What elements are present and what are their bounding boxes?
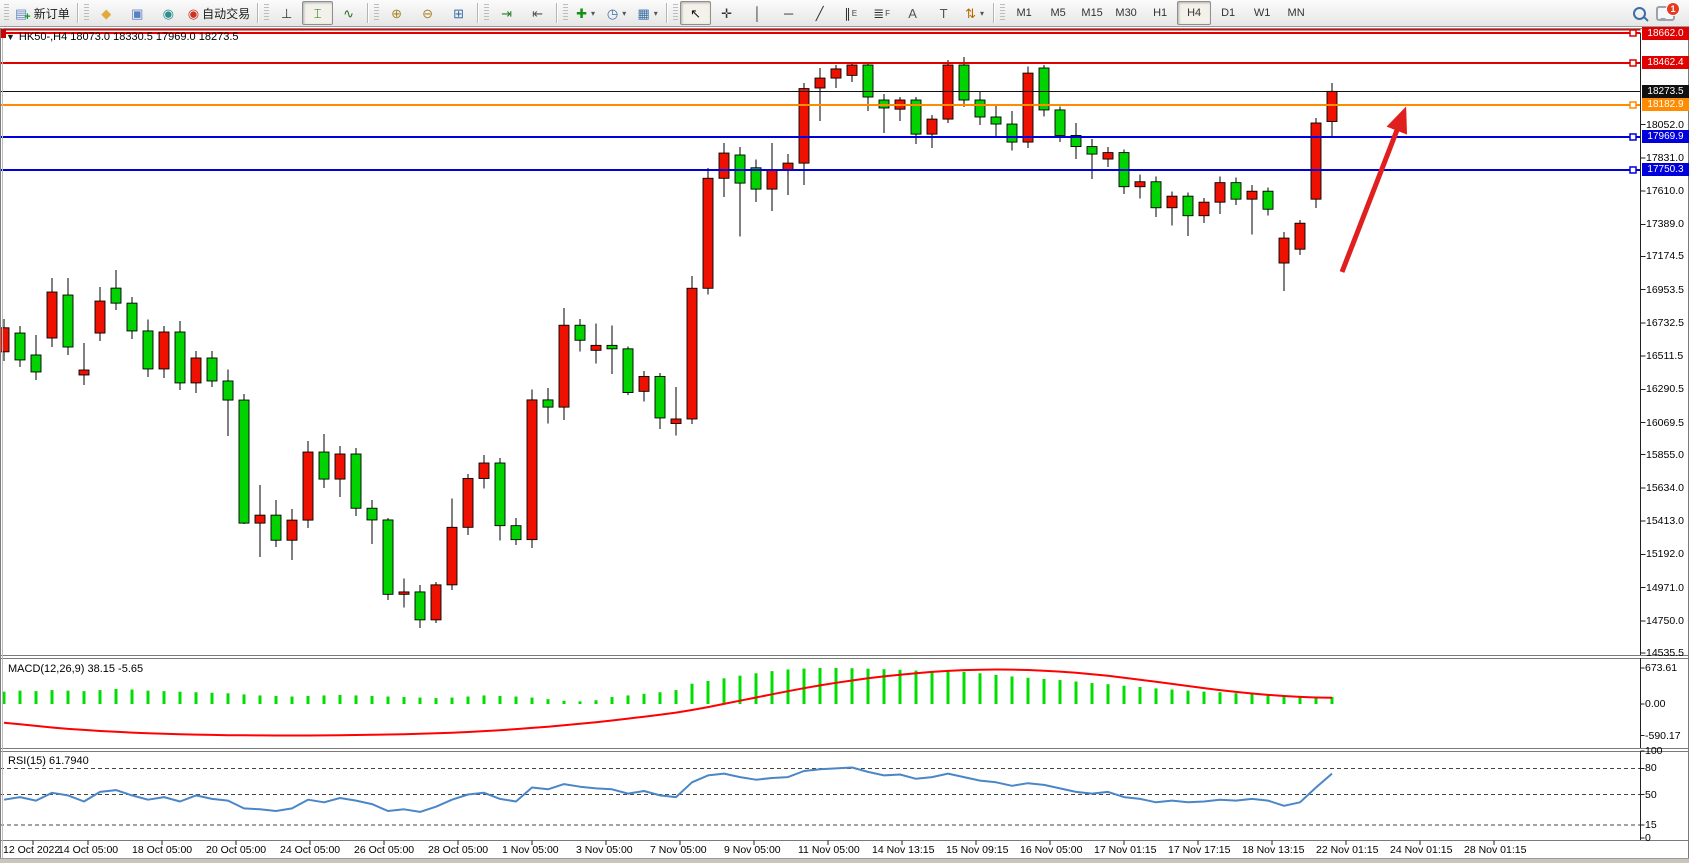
- macd-axis-label: 0.00: [1645, 698, 1665, 710]
- date-axis-label: 28 Oct 05:00: [428, 844, 488, 856]
- rsi-axis-label: 80: [1645, 762, 1657, 774]
- date-axis-label: 7 Nov 05:00: [650, 844, 707, 856]
- date-axis-label: 14 Oct 05:00: [58, 844, 118, 856]
- rsi-axis-label: 15: [1645, 819, 1657, 831]
- date-axis-label: 9 Nov 05:00: [724, 844, 781, 856]
- date-axis-label: 14 Nov 13:15: [872, 844, 934, 856]
- price-tick-label: 16953.5: [1646, 284, 1684, 296]
- rsi-axis-label: 0: [1645, 832, 1651, 844]
- date-axis-label: 17 Nov 01:15: [1094, 844, 1156, 856]
- rsi-axis-label: 100: [1645, 745, 1663, 757]
- symbol-ohlc-text: HK50-,H4 18073.0 18330.5 17969.0 18273.5: [19, 31, 239, 43]
- price-tick-label: 17174.5: [1646, 250, 1684, 262]
- price-tick-label: 15855.0: [1646, 449, 1684, 461]
- price-level-badge[interactable]: 17969.9: [1642, 130, 1689, 143]
- date-axis-label: 16 Nov 05:00: [1020, 844, 1082, 856]
- chart-canvas[interactable]: [0, 0, 1689, 863]
- price-tick-label: 17831.0: [1646, 152, 1684, 164]
- date-axis-label: 20 Oct 05:00: [206, 844, 266, 856]
- price-tick-label: 16290.5: [1646, 383, 1684, 395]
- macd-axis-label: -590.17: [1645, 730, 1681, 742]
- rsi-indicator-label: RSI(15) 61.7940: [8, 755, 89, 767]
- price-tick-label: 15413.0: [1646, 515, 1684, 527]
- price-level-badge[interactable]: 18182.9: [1642, 98, 1689, 111]
- price-tick-label: 14750.0: [1646, 615, 1684, 627]
- price-tick-label: 16511.5: [1646, 350, 1683, 362]
- symbol-ohlc-line: ▼ HK50-,H4 18073.0 18330.5 17969.0 18273…: [6, 31, 239, 43]
- price-level-badge[interactable]: 18273.5: [1642, 85, 1689, 98]
- date-axis-label: 11 Nov 05:00: [798, 844, 860, 856]
- price-tick-label: 16069.5: [1646, 417, 1684, 429]
- price-tick-label: 15634.0: [1646, 482, 1684, 494]
- price-level-badge[interactable]: 18462.4: [1642, 56, 1689, 69]
- horizontal-scrollbar[interactable]: [0, 858, 1689, 863]
- price-tick-label: 14535.5: [1646, 647, 1684, 659]
- date-axis-label: 24 Oct 05:00: [280, 844, 340, 856]
- date-axis-label: 26 Oct 05:00: [354, 844, 414, 856]
- price-level-badge[interactable]: 18662.0: [1642, 27, 1689, 40]
- macd-indicator-label: MACD(12,26,9) 38.15 -5.65: [8, 663, 143, 675]
- price-tick-label: 15192.0: [1646, 548, 1684, 560]
- date-axis-label: 15 Nov 09:15: [946, 844, 1008, 856]
- price-tick-label: 16732.5: [1646, 317, 1684, 329]
- date-axis-label: 18 Nov 13:15: [1242, 844, 1304, 856]
- date-axis-label: 17 Nov 17:15: [1168, 844, 1230, 856]
- price-tick-label: 14971.0: [1646, 582, 1684, 594]
- date-axis-label: 24 Nov 01:15: [1390, 844, 1452, 856]
- date-axis-label: 22 Nov 01:15: [1316, 844, 1378, 856]
- chart-dropdown-icon[interactable]: ▼: [6, 32, 15, 42]
- date-axis-label: 28 Nov 01:15: [1464, 844, 1526, 856]
- price-tick-label: 17610.0: [1646, 185, 1684, 197]
- date-axis-label: 3 Nov 05:00: [576, 844, 633, 856]
- price-tick-label: 17389.0: [1646, 218, 1684, 230]
- macd-axis-label: 673.61: [1645, 662, 1677, 674]
- date-axis-label: 1 Nov 05:00: [502, 844, 559, 856]
- rsi-axis-label: 50: [1645, 789, 1657, 801]
- date-axis-label: 18 Oct 05:00: [132, 844, 192, 856]
- date-axis-label: 12 Oct 2022: [3, 844, 60, 856]
- trading-platform-window: ▤+新订单◆▣◉◉自动交易⊥⌶∿⊕⊖⊞⇥⇤✚▾◷▾▦▾↖✛│─╱∥E≣FAT⇅▾…: [0, 0, 1689, 863]
- price-tick-label: 18052.0: [1646, 119, 1684, 131]
- price-level-badge[interactable]: 17750.3: [1642, 163, 1689, 176]
